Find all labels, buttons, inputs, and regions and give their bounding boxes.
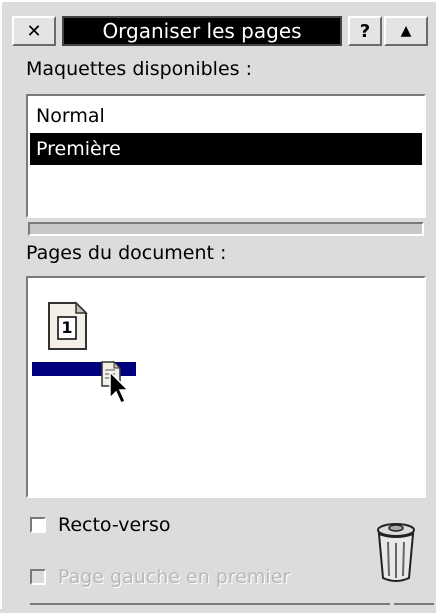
pages-heading: Pages du document : (26, 242, 227, 264)
recto-verso-checkbox[interactable] (30, 517, 46, 533)
page-thumbnail-1[interactable]: 1 (46, 300, 90, 352)
close-button[interactable]: ✕ (12, 16, 56, 46)
trash-icon (377, 523, 415, 582)
layouts-horizontal-scrollbar[interactable] (28, 222, 424, 236)
page-number: 1 (61, 318, 73, 337)
layouts-list[interactable]: Normal Première (26, 94, 426, 218)
dragged-page-icon (101, 360, 130, 405)
help-icon: ? (359, 20, 371, 42)
list-item-label: Première (36, 138, 121, 160)
recto-verso-label: Recto-verso (58, 514, 171, 536)
help-button[interactable]: ? (348, 16, 382, 46)
title-bar[interactable]: ✕ Organiser les pages ? ▲ (12, 16, 428, 46)
list-item-label: Normal (36, 105, 105, 127)
left-page-first-checkbox[interactable] (30, 569, 46, 585)
resize-bar-right[interactable] (394, 603, 434, 613)
window-title[interactable]: Organiser les pages (62, 16, 342, 46)
trash-button[interactable] (374, 520, 418, 584)
document-pages-view[interactable]: 1 (26, 276, 426, 498)
recto-verso-option[interactable]: Recto-verso (30, 514, 171, 536)
page-arrangement-window: ✕ Organiser les pages ? ▲ Maquettes disp… (0, 0, 436, 613)
list-item-normal[interactable]: Normal (30, 100, 422, 132)
left-page-first-label: Page gauche en premier (58, 566, 291, 588)
close-icon: ✕ (26, 20, 42, 42)
layouts-heading: Maquettes disponibles : (26, 58, 252, 80)
left-page-first-option[interactable]: Page gauche en premier (30, 566, 290, 588)
list-item-premiere[interactable]: Première (30, 133, 422, 165)
resize-bar-left[interactable] (30, 603, 390, 613)
shade-icon: ▲ (400, 23, 412, 39)
shade-button[interactable]: ▲ (384, 16, 428, 46)
